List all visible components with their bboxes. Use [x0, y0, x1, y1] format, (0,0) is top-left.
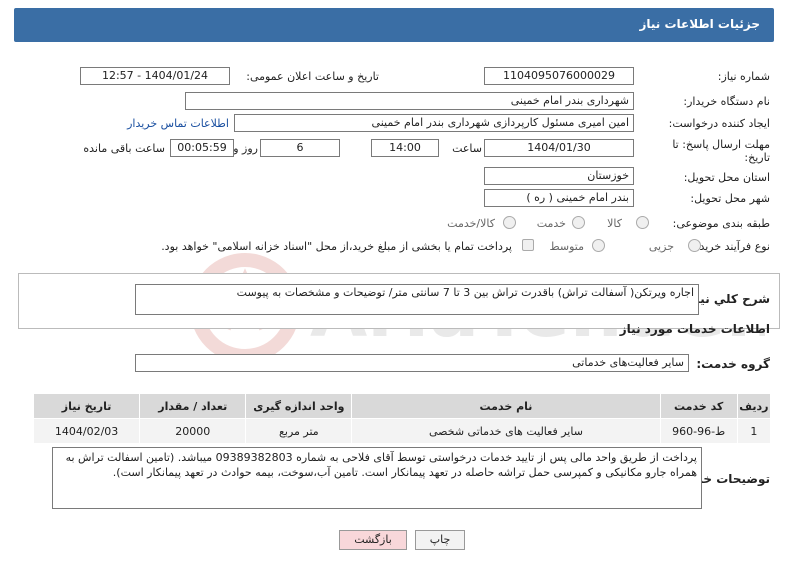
- print-button[interactable]: چاپ: [415, 530, 465, 550]
- need-number-label: شماره نیاز:: [717, 70, 770, 83]
- back-button[interactable]: بازگشت: [339, 530, 407, 550]
- services-table: ردیف کد خدمت نام خدمت واحد اندازه گیری ت…: [32, 393, 772, 444]
- col-header-row-num: ردیف: [736, 393, 772, 419]
- col-header-quantity: تعداد / مقدار: [139, 393, 247, 419]
- table-row: 1 ط-96-960 سایر فعالیت های خدماتی شخصی م…: [32, 418, 772, 444]
- category-option-goods: کالا: [607, 217, 622, 230]
- col-header-unit: واحد اندازه گیری: [245, 393, 353, 419]
- purchase-type-label: نوع فرآیند خرید :: [692, 240, 770, 253]
- days-field: 6: [260, 139, 340, 157]
- remaining-time-field: 00:05:59: [170, 139, 234, 157]
- cell-row-num: 1: [736, 418, 772, 444]
- requester-field: امین امیری مسئول کارپردازی شهرداری بندر …: [234, 114, 634, 132]
- general-desc-field: اجاره ویرتکن( آسفالت تراش) باقدرت تراش ب…: [135, 284, 699, 315]
- category-radio-goods-service[interactable]: [503, 216, 516, 229]
- deadline-time-label: ساعت: [452, 142, 482, 155]
- page-header: جزئیات اطلاعات نیاز: [0, 0, 788, 50]
- col-header-service-code: کد خدمت: [659, 393, 738, 419]
- deadline-date-field: 1404/01/30: [484, 139, 634, 157]
- purchase-option-minor: جزیی: [648, 240, 674, 253]
- services-info-heading: اطلاعات خدمات مورد نیاز: [619, 322, 770, 336]
- buyer-org-label: نام دستگاه خریدار:: [683, 95, 770, 108]
- need-number-field: 1104095076000029: [484, 67, 634, 85]
- cell-service-code: ط-96-960: [659, 418, 738, 444]
- city-label: شهر محل تحویل:: [690, 192, 770, 205]
- col-header-need-date: تاریخ نیاز: [32, 393, 141, 419]
- category-label: طبقه بندی موضوعی:: [672, 217, 770, 230]
- buyer-org-field: شهرداری بندر امام خمینی: [185, 92, 634, 110]
- requester-label: ایجاد کننده درخواست:: [668, 117, 770, 130]
- announce-datetime-field: 1404/01/24 - 12:57: [80, 67, 230, 85]
- page-title: جزئیات اطلاعات نیاز: [639, 17, 760, 31]
- cell-need-date: 1404/02/03: [32, 418, 141, 444]
- purchase-option-medium: متوسط: [549, 240, 584, 253]
- table-header-row: ردیف کد خدمت نام خدمت واحد اندازه گیری ت…: [32, 393, 772, 419]
- header-bar: جزئیات اطلاعات نیاز: [14, 8, 774, 42]
- deadline-label: مهلت ارسال پاسخ: تا تاریخ:: [672, 138, 770, 164]
- service-group-field: سایر فعالیت‌های خدماتی: [135, 354, 689, 372]
- contact-info-link[interactable]: اطلاعات تماس خریدار: [127, 117, 229, 130]
- treasury-checkbox-label: پرداخت تمام یا بخشی از مبلغ خرید،از محل …: [161, 240, 512, 253]
- purchase-radio-medium[interactable]: [592, 239, 605, 252]
- cell-unit: متر مربع: [245, 418, 353, 444]
- purchase-radio-minor[interactable]: [688, 239, 701, 252]
- remaining-label: ساعت باقی مانده: [83, 142, 165, 155]
- col-header-service-name: نام خدمت: [351, 393, 661, 419]
- cell-quantity: 20000: [139, 418, 247, 444]
- category-radio-goods[interactable]: [636, 216, 649, 229]
- city-field: بندر امام خمینی ( ره ): [484, 189, 634, 207]
- cell-service-name: سایر فعالیت های خدماتی شخصی: [351, 418, 661, 444]
- category-option-goods-service: کالا/خدمت: [447, 217, 495, 230]
- buyer-notes-field: پرداخت از طریق واحد مالی پس از تایید خدم…: [52, 447, 702, 509]
- treasury-checkbox[interactable]: [522, 239, 534, 251]
- announce-datetime-label: تاریخ و ساعت اعلان عمومی:: [246, 70, 379, 83]
- province-field: خوزستان: [484, 167, 634, 185]
- service-group-label: گروه خدمت:: [696, 357, 770, 371]
- province-label: استان محل تحویل:: [683, 171, 770, 184]
- deadline-time-field: 14:00: [371, 139, 439, 157]
- category-radio-service[interactable]: [572, 216, 585, 229]
- category-option-service: خدمت: [536, 217, 566, 230]
- day-and-label: روز و: [233, 142, 258, 155]
